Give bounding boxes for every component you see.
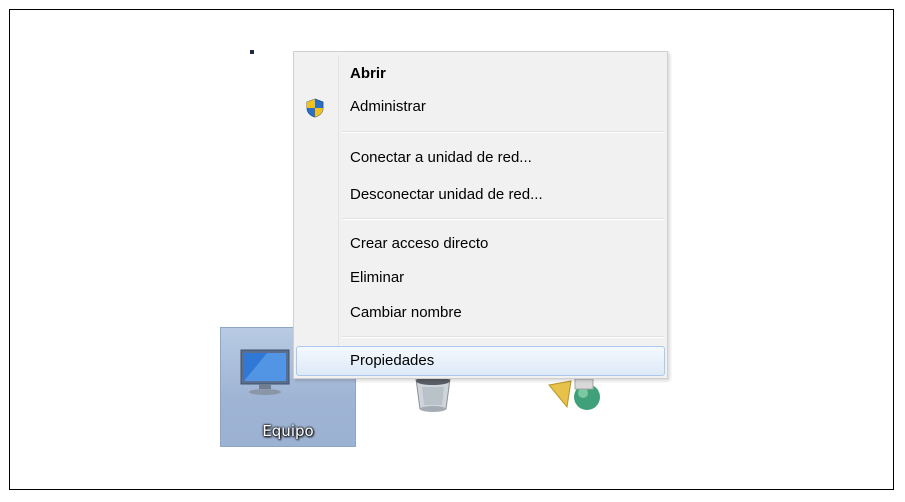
menu-item-label: Cambiar nombre xyxy=(350,304,462,321)
context-menu: Abrir Administrar Conectar a unidad de r… xyxy=(293,51,668,379)
menu-item-label: Eliminar xyxy=(350,269,405,286)
menu-item-label: Administrar xyxy=(350,98,426,115)
menu-item-conectar-unidad-red[interactable]: Conectar a unidad de red... xyxy=(296,143,665,173)
menu-item-abrir[interactable]: Abrir xyxy=(296,59,665,89)
computer-icon xyxy=(240,349,290,395)
menu-item-label: Abrir xyxy=(350,65,386,82)
recycle-bin-icon[interactable] xyxy=(410,375,456,415)
menu-item-label: Propiedades xyxy=(350,352,435,369)
menu-item-propiedades[interactable]: Propiedades xyxy=(296,346,665,376)
menu-item-label: Crear acceso directo xyxy=(350,235,489,252)
menu-item-desconectar-unidad-red[interactable]: Desconectar unidad de red... xyxy=(296,180,665,210)
desktop-dot xyxy=(250,50,254,54)
menu-item-crear-acceso-directo[interactable]: Crear acceso directo xyxy=(296,229,665,259)
menu-separator xyxy=(342,336,664,338)
menu-item-cambiar-nombre[interactable]: Cambiar nombre xyxy=(296,298,665,328)
menu-separator xyxy=(342,218,664,220)
network-icon[interactable] xyxy=(545,377,607,413)
menu-item-label: Conectar a unidad de red... xyxy=(350,149,532,166)
menu-separator xyxy=(342,131,664,133)
menu-item-administrar[interactable]: Administrar xyxy=(296,92,665,122)
menu-item-eliminar[interactable]: Eliminar xyxy=(296,263,665,293)
menu-item-label: Desconectar unidad de red... xyxy=(350,186,543,203)
desktop-icon-label: Equipo xyxy=(262,422,314,440)
uac-shield-icon xyxy=(306,98,324,118)
